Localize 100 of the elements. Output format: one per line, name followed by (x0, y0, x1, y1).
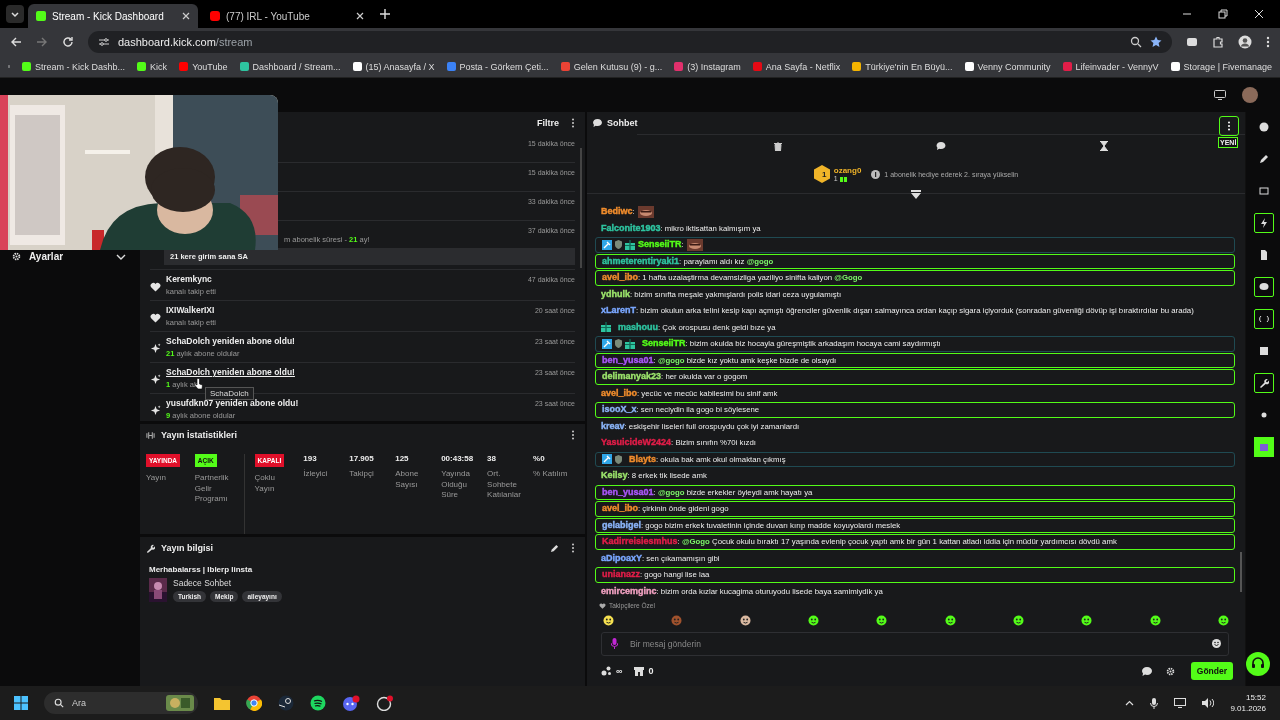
points-balance: ∞ (616, 666, 623, 676)
steam-icon[interactable] (278, 695, 294, 711)
sidebar-tool-button[interactable] (1253, 373, 1274, 393)
bookmark[interactable]: Stream - Kick Dashb... (22, 61, 126, 72)
gift-badge (601, 322, 611, 333)
shield-badge (615, 454, 622, 464)
bookmark[interactable]: Venny Community (964, 61, 1051, 72)
stat-label: Ort. Sohbete Katılanlar (487, 469, 522, 501)
emoji-icon[interactable] (1212, 639, 1221, 648)
app-icon[interactable] (376, 695, 394, 711)
close-icon[interactable] (182, 12, 190, 20)
emote-icon[interactable] (603, 615, 614, 626)
close-icon[interactable] (356, 12, 364, 20)
microphone-icon[interactable] (1150, 697, 1159, 709)
gift-icon (839, 175, 847, 182)
emote-icon[interactable] (1012, 615, 1024, 626)
tooltip: SchaDolch (205, 387, 254, 400)
chat-icon[interactable] (936, 142, 946, 150)
more-icon[interactable] (571, 543, 575, 553)
bookmark[interactable]: YouTube (179, 61, 228, 72)
bookmark[interactable]: Storage | Fivemanage (1170, 61, 1272, 72)
profile-avatar[interactable] (1238, 35, 1252, 49)
speaker-icon[interactable] (1202, 698, 1215, 708)
activity-title[interactable]: SchaDolch yeniden abone oldu! (166, 367, 295, 377)
forward-icon[interactable] (36, 36, 48, 48)
filter-button[interactable]: Filtre (537, 118, 559, 128)
extension-icon[interactable] (1186, 36, 1198, 48)
collapse-icon[interactable] (911, 190, 921, 199)
store-icon[interactable] (634, 666, 645, 676)
bookmark[interactable]: Gelen Kutusu (9) - g... (560, 61, 663, 72)
monitor-icon[interactable] (1214, 90, 1226, 100)
activity-title[interactable]: SchaDolch yeniden abone oldu! (166, 336, 295, 346)
browser-tab[interactable]: (77) İRL - YouTube (202, 4, 372, 28)
moderator-badge (602, 338, 612, 349)
star-icon[interactable] (1150, 36, 1162, 48)
scrollbar[interactable] (1240, 552, 1242, 592)
settings-menu-item[interactable]: Ayarlar (0, 251, 138, 262)
emote-icon[interactable] (1081, 615, 1093, 626)
activity-title[interactable]: IXIWalkerIXI (166, 305, 215, 315)
address-field[interactable]: dashboard.kick.com/stream (88, 31, 1172, 53)
emote-icon[interactable] (808, 615, 819, 626)
send-button[interactable]: Gönder (1190, 662, 1233, 680)
scrollbar[interactable] (580, 148, 582, 268)
activity-title[interactable]: Keremkync (166, 274, 212, 284)
more-icon[interactable] (571, 118, 575, 128)
more-icon[interactable] (571, 430, 575, 440)
tab-search-button[interactable] (6, 5, 24, 23)
bookmark[interactable]: Dashboard / Stream... (239, 61, 341, 72)
restore-icon[interactable] (1218, 9, 1228, 19)
category-name[interactable]: Sadece Sohbet (173, 578, 282, 588)
settings-icon[interactable] (1165, 666, 1175, 676)
emote-icon[interactable] (1217, 615, 1229, 626)
close-icon[interactable] (1254, 9, 1264, 19)
music-icon[interactable] (310, 695, 326, 711)
sidebar-tool-button[interactable] (1253, 213, 1274, 233)
chat-icon[interactable] (1141, 666, 1152, 676)
user-avatar[interactable] (1242, 87, 1258, 103)
trash-icon[interactable] (774, 141, 782, 151)
sidebar-tool-button[interactable] (1253, 309, 1274, 329)
message-input[interactable]: Bir mesaj gönderin (601, 632, 1229, 656)
menu-icon[interactable] (1266, 36, 1270, 48)
bookmark[interactable]: Lifeinvader - VennyV (1062, 61, 1159, 72)
bookmark[interactable]: (15) Anasayfa / X (352, 61, 435, 72)
new-tab-icon[interactable] (380, 9, 390, 19)
start-icon[interactable] (14, 696, 28, 710)
back-icon[interactable] (10, 36, 22, 48)
reload-icon[interactable] (62, 36, 74, 48)
chat-app-icon[interactable] (342, 695, 360, 711)
app-button[interactable] (1253, 437, 1274, 457)
chat-icon (593, 119, 602, 127)
emote-icon[interactable] (876, 615, 888, 626)
clock[interactable]: 15:52 9.01.2026 (1230, 693, 1266, 713)
emote-icon[interactable] (1149, 615, 1161, 626)
stat-label: Yayında Olduğu Süre (441, 469, 471, 501)
lightning-icon (1258, 218, 1269, 228)
bookmark[interactable]: Türkiye'nin En Büyü... (852, 61, 953, 72)
bookmark[interactable]: Posta - Görkem Çeti... (446, 61, 549, 72)
network-icon[interactable] (1174, 698, 1187, 708)
emote-icon[interactable] (944, 615, 956, 626)
bookmark[interactable]: (3) Instagram (674, 61, 741, 72)
zoom-icon[interactable] (1130, 36, 1142, 48)
bookmark[interactable]: Kick (137, 61, 168, 72)
site-settings-icon[interactable] (98, 37, 110, 47)
search-field[interactable]: Ara (44, 692, 198, 714)
chevron-down-icon (116, 252, 126, 261)
activity-title[interactable]: yusufdkn07 yeniden abone oldu! (166, 398, 299, 408)
stat-label: Takipçi (349, 469, 375, 480)
folder-icon[interactable] (214, 696, 230, 710)
browser-tab[interactable]: Stream - Kick Dashboard (28, 4, 198, 28)
emote-icon[interactable] (739, 615, 751, 626)
edit-icon[interactable] (550, 543, 559, 553)
hourglass-icon[interactable] (1100, 141, 1108, 151)
sidebar-tool-button[interactable] (1253, 277, 1274, 297)
puzzle-icon[interactable] (1212, 36, 1224, 48)
bookmark[interactable]: Ana Sayfa - Netflix (752, 61, 841, 72)
browser-icon[interactable] (246, 695, 262, 711)
edit-icon (1258, 154, 1269, 164)
more-button[interactable] (1219, 116, 1239, 136)
chevron-up-icon[interactable] (1125, 700, 1135, 706)
panel-title: Yayın İstatistikleri (161, 430, 238, 440)
